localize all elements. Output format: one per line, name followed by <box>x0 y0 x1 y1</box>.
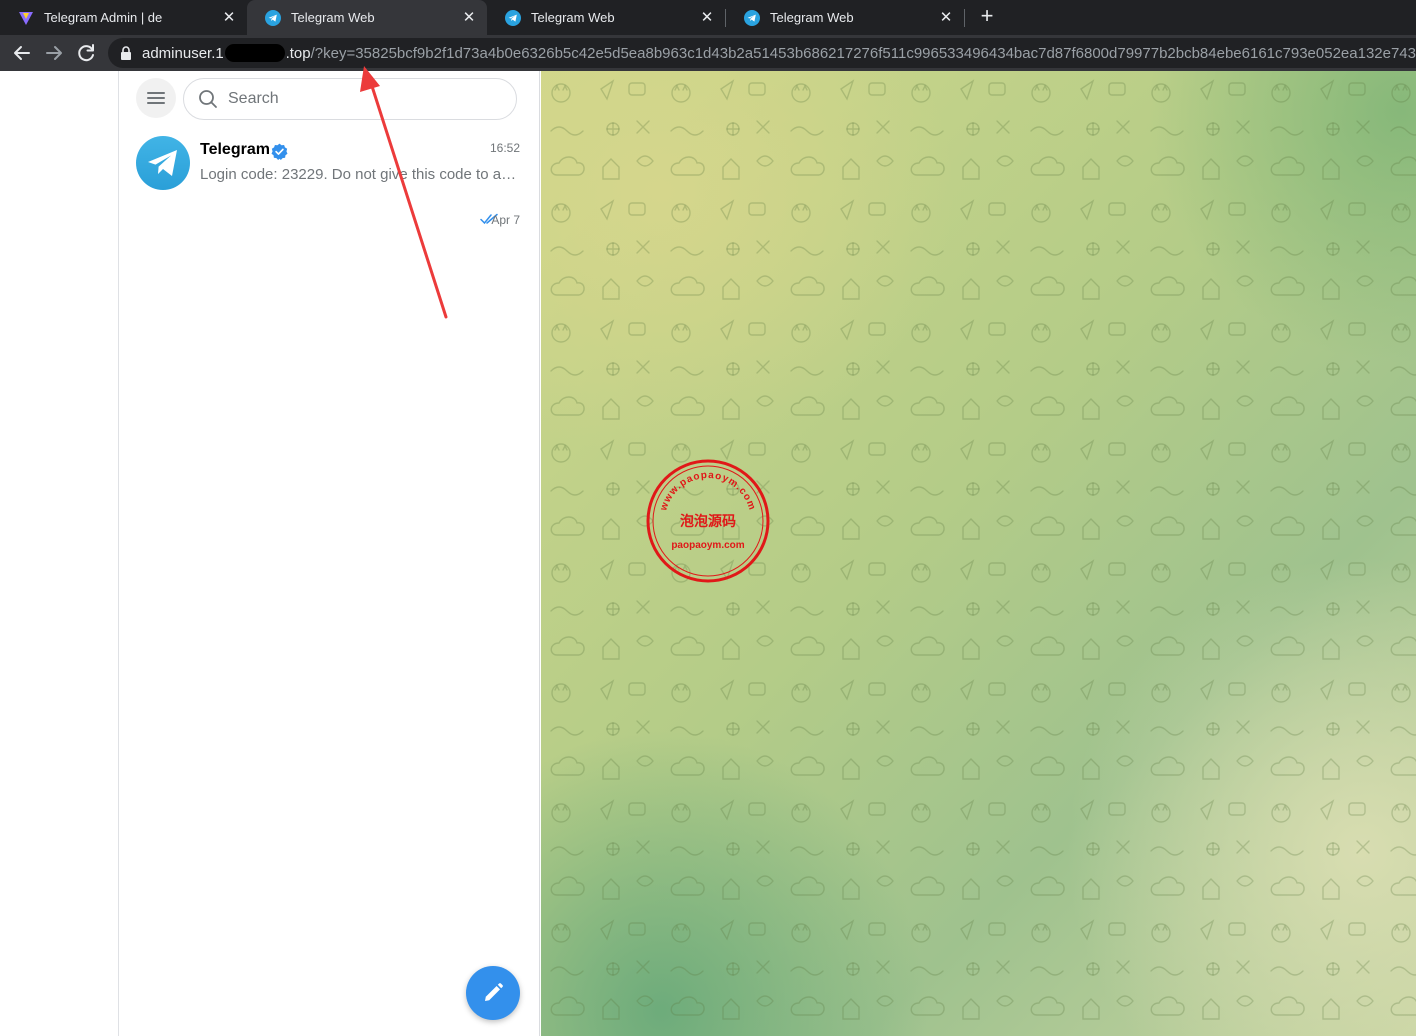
close-icon[interactable]: ✕ <box>461 9 477 26</box>
forward-arrow-icon[interactable] <box>42 41 66 65</box>
close-icon[interactable]: ✕ <box>221 9 237 26</box>
address-bar[interactable]: adminuser.1 .top /?key=35825bcf9b2f1d73a… <box>108 38 1416 68</box>
tab-title: Telegram Admin | de <box>44 10 163 25</box>
hamburger-icon <box>147 92 165 104</box>
telegram-web-app: Telegram 16:52 Login code: 23229. Do not… <box>0 71 1416 1036</box>
search-box[interactable] <box>183 78 517 120</box>
reload-icon[interactable] <box>74 41 98 65</box>
watermark-center-text: 泡泡源码 <box>680 513 736 530</box>
back-arrow-icon[interactable] <box>10 41 34 65</box>
telegram-icon <box>744 9 760 26</box>
vite-icon <box>19 11 33 25</box>
tab-title: Telegram Web <box>291 10 375 25</box>
chat-list-sidebar: Telegram 16:52 Login code: 23229. Do not… <box>120 71 540 1036</box>
chat-list-item[interactable]: Telegram 16:52 Login code: 23229. Do not… <box>128 127 532 199</box>
tab-separator <box>964 9 965 27</box>
tab-telegram-web[interactable]: Telegram Web ✕ <box>726 0 964 35</box>
url-host-start: adminuser.1 <box>142 44 224 62</box>
pencil-icon <box>485 983 503 1001</box>
chat-background: www.paopaoym.com 泡泡源码 paopaoym.com <box>541 71 1416 1036</box>
close-icon[interactable]: ✕ <box>699 9 715 26</box>
telegram-icon <box>505 9 521 26</box>
search-input[interactable] <box>228 90 508 108</box>
chat-time: 16:52 <box>489 141 520 155</box>
lock-icon[interactable] <box>120 46 132 60</box>
chat-list-item[interactable]: Apr 7 <box>128 207 532 237</box>
url-path: /?key=35825bcf9b2f1d73a4b0e6326b5c42e5d5… <box>310 44 1416 62</box>
url-host-end: .top <box>285 44 311 62</box>
browser-toolbar: adminuser.1 .top /?key=35825bcf9b2f1d73a… <box>0 35 1416 71</box>
svg-text:www.paopaoym.com: www.paopaoym.com <box>658 470 758 513</box>
avatar <box>136 136 190 190</box>
telegram-icon <box>265 9 281 26</box>
tab-telegram-web[interactable]: Telegram Web ✕ <box>487 0 725 35</box>
hamburger-menu-button[interactable] <box>136 78 176 118</box>
close-icon[interactable]: ✕ <box>938 9 954 26</box>
search-icon <box>199 90 217 108</box>
redacted-mask <box>224 44 285 62</box>
watermark-top-text: www.paopaoym.com <box>658 470 757 513</box>
verified-badge-icon <box>271 143 288 160</box>
chat-time: Apr 7 <box>491 213 520 227</box>
new-tab-button[interactable]: + <box>975 5 999 29</box>
telegram-paper-plane-icon <box>148 150 177 176</box>
watermark-stamp: www.paopaoym.com 泡泡源码 paopaoym.com <box>646 459 770 583</box>
left-gutter <box>0 71 119 1036</box>
chat-name: Telegram <box>200 141 270 158</box>
tab-telegram-admin[interactable]: Telegram Admin | de ✕ <box>0 0 247 35</box>
browser-tab-strip: Telegram Admin | de ✕ Telegram Web ✕ Tel… <box>0 0 1416 35</box>
tab-title: Telegram Web <box>770 10 854 25</box>
chat-preview: Login code: 23229. Do not give this code… <box>200 166 520 183</box>
tab-telegram-web-active[interactable]: Telegram Web ✕ <box>247 0 487 35</box>
watermark-bottom-text: paopaoym.com <box>671 540 744 551</box>
new-message-button[interactable] <box>466 966 520 1020</box>
tab-title: Telegram Web <box>531 10 615 25</box>
